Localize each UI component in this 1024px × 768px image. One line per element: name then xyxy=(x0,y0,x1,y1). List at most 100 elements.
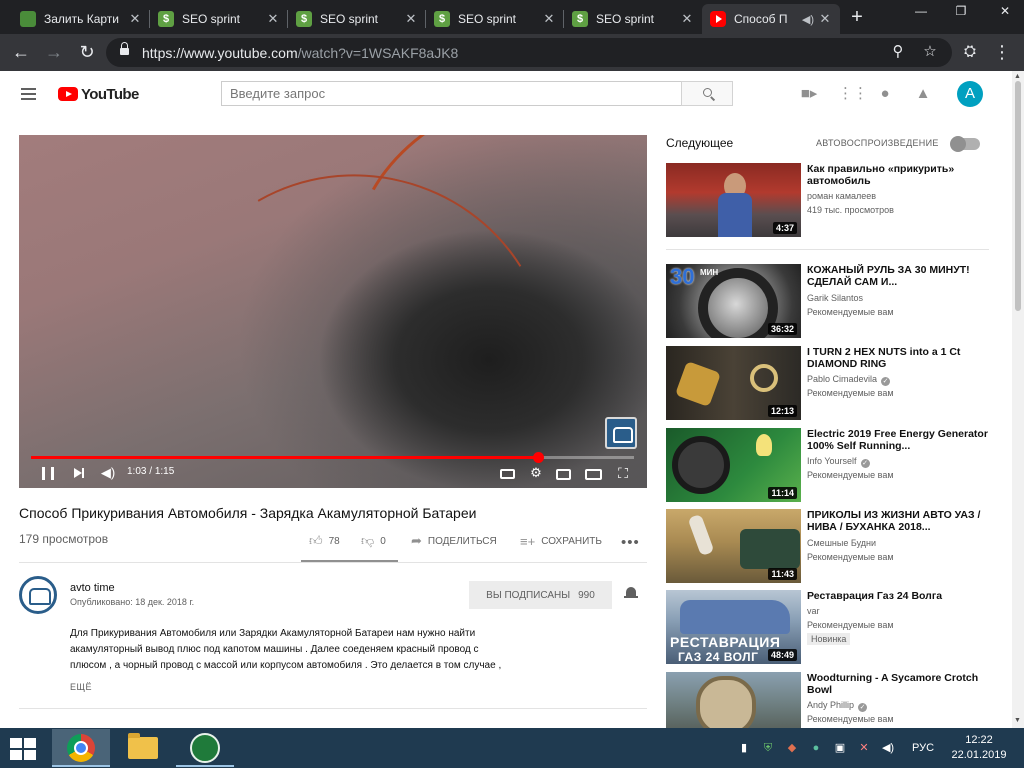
recommended-video-card[interactable]: 11:14 Electric 2019 Free Energy Generato… xyxy=(666,428,1001,502)
search-input[interactable] xyxy=(222,82,681,105)
close-window-button[interactable]: ✕ xyxy=(990,0,1020,24)
close-tab-icon[interactable]: ✕ xyxy=(818,11,832,27)
dislike-button[interactable]: 👎︎ 0 xyxy=(361,533,386,548)
browser-tab[interactable]: $ SEO sprint ✕ xyxy=(150,4,288,34)
browser-tab[interactable]: $ SEO sprint ✕ xyxy=(426,4,564,34)
video-player[interactable]: ◀) 1:03 / 1:15 ⚙ ⛶ xyxy=(19,135,647,488)
network-signal-icon[interactable]: ▮ xyxy=(736,740,752,756)
close-tab-icon[interactable]: ✕ xyxy=(128,11,142,27)
recommended-video-card[interactable]: РЕСТАВРАЦИЯ ГАЗ 24 ВОЛГ 48:49 Реставраци… xyxy=(666,590,1001,664)
video-card-channel[interactable]: Info Yourself ✓ xyxy=(807,456,870,468)
tray-app-icon[interactable]: ● xyxy=(808,740,824,756)
browser-menu-icon[interactable]: ⋮ xyxy=(990,40,1014,64)
volume-icon[interactable]: ◀) xyxy=(880,740,896,756)
system-clock[interactable]: 12:22 22.01.2019 xyxy=(951,733,1007,763)
video-card-title[interactable]: Как правильно «прикурить» автомобиль xyxy=(807,163,997,187)
new-tab-button[interactable]: + xyxy=(846,6,868,28)
search-box[interactable] xyxy=(221,81,682,106)
show-more-button[interactable]: ЕЩЁ xyxy=(70,682,92,692)
video-card-channel[interactable]: var xyxy=(807,606,820,616)
channel-watermark-icon[interactable] xyxy=(605,417,637,449)
youtube-logo[interactable]: YouTube xyxy=(58,85,139,103)
zoom-icon[interactable]: ⚲ xyxy=(888,42,908,62)
address-bar[interactable]: https://www.youtube.com/watch?v=1WSAKF8a… xyxy=(106,38,952,67)
theater-mode-icon[interactable] xyxy=(585,469,602,480)
video-thumbnail[interactable]: РЕСТАВРАЦИЯ ГАЗ 24 ВОЛГ 48:49 xyxy=(666,590,801,664)
tray-app-icon[interactable]: ◆ xyxy=(784,740,800,756)
video-card-title[interactable]: КОЖАНЫЙ РУЛЬ ЗА 30 МИНУТ! СДЕЛАЙ САМ И..… xyxy=(807,264,997,288)
browser-tab[interactable]: Залить Карти ✕ xyxy=(12,4,150,34)
video-card-title[interactable]: Electric 2019 Free Energy Generator 100%… xyxy=(807,428,997,452)
language-indicator[interactable]: РУС xyxy=(906,740,940,756)
page-scrollbar[interactable]: ▲ ▼ xyxy=(1012,71,1024,730)
autoplay-toggle[interactable] xyxy=(950,136,980,152)
back-button[interactable]: ← xyxy=(9,40,33,64)
recommended-video-card[interactable]: 30 МИН 36:32 КОЖАНЫЙ РУЛЬ ЗА 30 МИНУТ! С… xyxy=(666,264,1001,338)
subtitles-icon[interactable] xyxy=(500,469,515,479)
create-video-icon[interactable]: ■▸ xyxy=(800,86,818,102)
lock-icon[interactable] xyxy=(120,42,129,57)
url-text[interactable]: https://www.youtube.com/watch?v=1WSAKF8a… xyxy=(142,45,458,61)
forward-button[interactable]: → xyxy=(42,40,66,64)
close-tab-icon[interactable]: ✕ xyxy=(404,11,418,27)
account-avatar[interactable]: A xyxy=(957,81,983,107)
recommended-video-card[interactable]: 11:43 ПРИКОЛЫ ИЗ ЖИЗНИ АВТО УАЗ / НИВА /… xyxy=(666,509,1001,583)
up-next-video-card[interactable]: 4:37 Как правильно «прикурить» автомобил… xyxy=(666,163,1001,237)
windows-start-icon[interactable] xyxy=(10,738,38,760)
subscribed-button[interactable]: ВЫ ПОДПИСАНЫ 990 xyxy=(469,581,612,609)
channel-name[interactable]: avto time xyxy=(70,582,115,594)
close-tab-icon[interactable]: ✕ xyxy=(680,11,694,27)
video-thumbnail[interactable]: 11:43 xyxy=(666,509,801,583)
video-thumbnail[interactable]: 11:14 xyxy=(666,428,801,502)
close-tab-icon[interactable]: ✕ xyxy=(266,11,280,27)
browser-tab[interactable]: $ SEO sprint ✕ xyxy=(288,4,426,34)
tray-app-icon[interactable]: ▣ xyxy=(832,740,848,756)
browser-tab-active[interactable]: Способ П ◀) ✕ xyxy=(702,4,840,34)
video-card-channel[interactable]: роман камалеев xyxy=(807,191,876,201)
scroll-up-arrow-icon[interactable]: ▲ xyxy=(1014,73,1021,80)
channel-avatar[interactable] xyxy=(19,576,57,614)
audio-playing-icon[interactable]: ◀) xyxy=(802,13,814,26)
video-card-channel[interactable]: Garik Silantos xyxy=(807,293,863,303)
wifi-disconnected-icon[interactable]: ✕ xyxy=(856,740,872,756)
reload-button[interactable]: ↻ xyxy=(75,40,99,64)
scroll-down-arrow-icon[interactable]: ▼ xyxy=(1014,717,1021,724)
save-button[interactable]: ≡+ СОХРАНИТЬ xyxy=(520,534,602,549)
video-thumbnail[interactable]: 12:13 xyxy=(666,346,801,420)
taskbar-chrome[interactable] xyxy=(52,729,110,767)
video-card-channel[interactable]: Смешные Будни xyxy=(807,538,876,548)
browser-tab[interactable]: $ SEO sprint ✕ xyxy=(564,4,702,34)
minimize-window-button[interactable]: — xyxy=(906,0,936,24)
settings-gear-icon[interactable]: ⚙ xyxy=(527,464,545,482)
more-actions-button[interactable]: ••• xyxy=(621,534,640,551)
share-button[interactable]: ➦ ПОДЕЛИТЬСЯ xyxy=(411,533,497,548)
notification-bell-icon[interactable] xyxy=(624,586,638,602)
video-card-title[interactable]: ПРИКОЛЫ ИЗ ЖИЗНИ АВТО УАЗ / НИВА / БУХАН… xyxy=(807,509,997,533)
video-card-title[interactable]: I TURN 2 HEX NUTS into a 1 Ct DIAMOND RI… xyxy=(807,346,997,370)
guide-menu-icon[interactable] xyxy=(21,88,36,100)
miniplayer-icon[interactable] xyxy=(556,469,571,480)
recommended-video-card[interactable]: 12:13 I TURN 2 HEX NUTS into a 1 Ct DIAM… xyxy=(666,346,1001,420)
bookmark-star-icon[interactable]: ☆ xyxy=(920,42,940,62)
messages-icon[interactable]: ● xyxy=(876,86,894,102)
close-tab-icon[interactable]: ✕ xyxy=(542,11,556,27)
fullscreen-icon[interactable]: ⛶ xyxy=(614,464,632,482)
video-progress-bar[interactable] xyxy=(31,452,634,463)
video-card-title[interactable]: Woodturning - A Sycamore Crotch Bowl xyxy=(807,672,997,696)
video-card-title[interactable]: Реставрация Газ 24 Волга xyxy=(807,590,997,602)
video-card-channel[interactable]: Andy Phillip ✓ xyxy=(807,700,868,712)
video-thumbnail[interactable]: 4:37 xyxy=(666,163,801,237)
notifications-bell-icon[interactable]: ▲ xyxy=(914,86,932,102)
video-thumbnail[interactable]: 30 МИН 36:32 xyxy=(666,264,801,338)
video-card-channel[interactable]: Pablo Cimadevila ✓ xyxy=(807,374,891,386)
progress-scrubber[interactable] xyxy=(532,452,544,463)
taskbar-file-explorer[interactable] xyxy=(114,729,172,767)
scrollbar-thumb[interactable] xyxy=(1015,81,1021,311)
restore-window-button[interactable]: ❐ xyxy=(946,0,976,24)
next-video-icon[interactable] xyxy=(74,468,84,478)
taskbar-app[interactable] xyxy=(176,729,234,767)
security-shield-icon[interactable]: ⛨ xyxy=(760,740,776,756)
volume-icon[interactable]: ◀) xyxy=(99,464,117,482)
search-button[interactable] xyxy=(681,81,733,106)
apps-grid-icon[interactable]: ⋮⋮ xyxy=(838,86,868,102)
